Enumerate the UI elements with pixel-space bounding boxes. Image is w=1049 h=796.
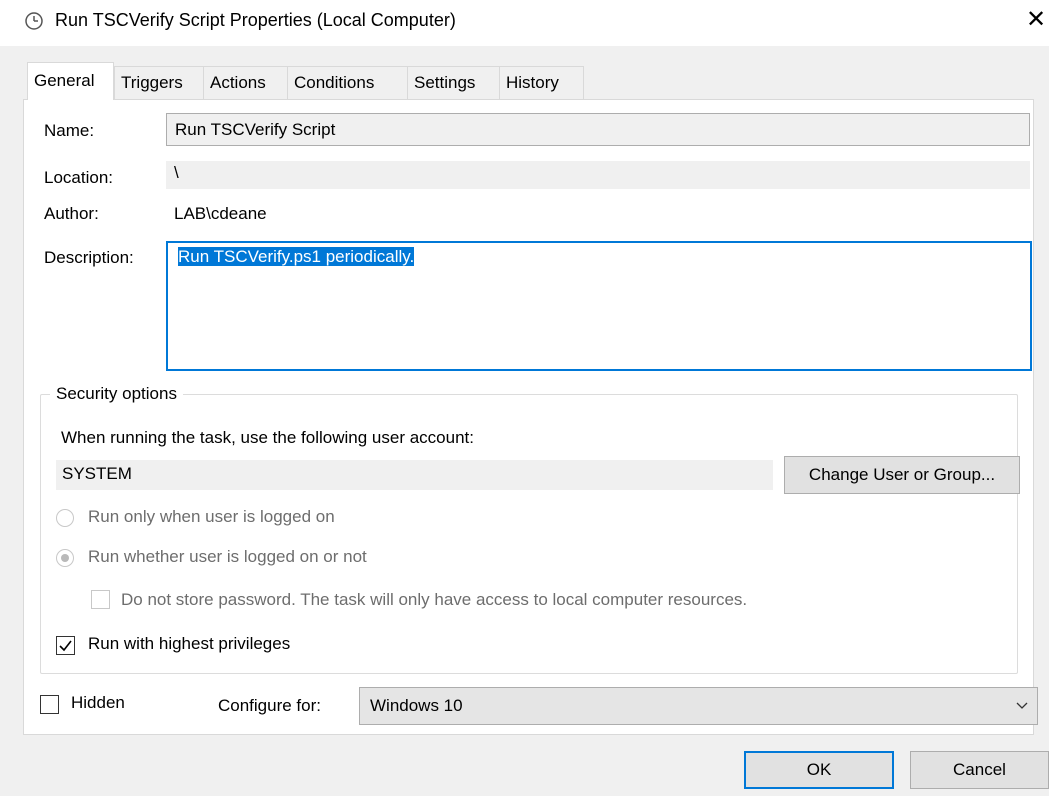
name-field[interactable]: Run TSCVerify Script xyxy=(166,113,1030,146)
do-not-store-password-label: Do not store password. The task will onl… xyxy=(121,590,748,609)
radio-run-only-logged-on[interactable] xyxy=(56,509,74,527)
account-prompt: When running the task, use the following… xyxy=(61,428,474,447)
do-not-store-password-checkbox[interactable] xyxy=(91,590,110,609)
configure-for-label: Configure for: xyxy=(218,696,321,715)
description-selected-text: Run TSCVerify.ps1 periodically. xyxy=(178,247,415,266)
chevron-down-icon xyxy=(1015,688,1029,737)
radio-run-only-logged-on-label: Run only when user is logged on xyxy=(88,507,335,526)
description-label: Description: xyxy=(44,248,134,267)
hidden-label: Hidden xyxy=(71,693,125,712)
hidden-checkbox[interactable] xyxy=(40,695,59,714)
configure-for-dropdown[interactable]: Windows 10 xyxy=(359,687,1038,725)
description-textarea[interactable]: Run TSCVerify.ps1 periodically. xyxy=(166,241,1032,371)
name-label: Name: xyxy=(44,121,95,140)
change-user-or-group-button[interactable]: Change User or Group... xyxy=(784,456,1020,494)
user-account-field: SYSTEM xyxy=(56,460,773,490)
security-options-title: Security options xyxy=(50,384,183,404)
radio-selected-dot xyxy=(61,554,69,562)
author-label: Author: xyxy=(44,204,99,223)
location-label: Location: xyxy=(44,168,113,187)
run-highest-privileges-label: Run with highest privileges xyxy=(88,634,291,653)
run-highest-privileges-checkbox[interactable] xyxy=(56,636,75,655)
radio-run-whether-logged-on[interactable] xyxy=(56,549,74,567)
author-value: LAB\cdeane xyxy=(174,204,267,223)
configure-for-value: Windows 10 xyxy=(370,696,463,715)
radio-run-whether-logged-on-label: Run whether user is logged on or not xyxy=(88,547,367,566)
location-field: \ xyxy=(166,161,1030,189)
checkmark-icon xyxy=(59,640,72,652)
